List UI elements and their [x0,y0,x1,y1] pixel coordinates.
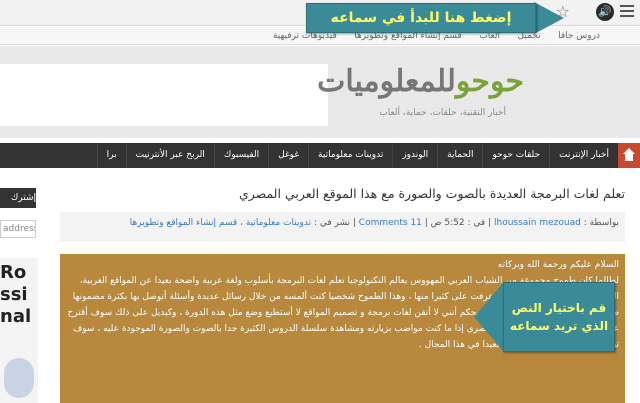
comments-link[interactable]: Comments 11 [359,218,422,228]
author-link[interactable]: lhoussain mezouad [494,218,581,228]
instruction-callout-select: قم باختيار النص الذي تريد سماعه [503,282,615,352]
bookmark-item[interactable]: دروس جافا [558,27,600,44]
ad-image [4,358,34,398]
post-paragraph: السلام عليكم ورحمة الله وبركاته [497,260,619,270]
instruction-callout-top: إضغط هنا للبدأ في سماعه [306,3,536,33]
callout-arrow-icon [474,282,504,352]
nav-item[interactable]: الوندوز [392,143,437,168]
header-banner-area [0,64,328,126]
nav-item[interactable]: الفيسبوك [213,143,268,168]
subscribe-button[interactable]: إشترك [0,188,36,208]
sidebar-ad[interactable]: Ro ssi nal [0,258,38,403]
category-links[interactable]: تدوينات معلوماتية ، قسم إنشاء المواقع وت… [130,218,311,228]
site-logo[interactable]: حوحوللمعلوميات أخبار التقنية، حلقات، حما… [317,56,524,126]
nav-item[interactable]: الحماية [437,143,482,168]
nav-item[interactable]: الربح عبر الأنترنيت [125,143,214,168]
nav-item[interactable]: برا [96,143,126,168]
post-meta: بواسطة : lhoussain mezouad | في : 5:52 ص… [60,212,625,242]
post-time: 5:52 ص [430,218,465,228]
logo-text: حوحوللمعلوميات [317,64,524,99]
nav-item[interactable]: أخبار الإنترنت [549,143,618,168]
nav-item[interactable]: حلقات حوحو [482,143,549,168]
home-icon[interactable] [618,143,640,168]
ad-text: Ro ssi nal [0,262,32,327]
site-header: حوحوللمعلوميات أخبار التقنية، حلقات، حما… [0,46,640,138]
nav-item[interactable]: غوغل [268,143,308,168]
callout-arrow-icon [534,2,564,34]
text-to-speech-icon[interactable]: 🔊 [596,3,614,21]
email-field[interactable]: address [0,220,36,238]
logo-tagline: أخبار التقنية، حلقات، حماية، ألعاب [379,108,506,118]
main-navigation: أخبار الإنترنتحلقات حوحوالحمايةالوندوزتد… [0,143,640,168]
post-title[interactable]: تعلم لغات البرمجة العديدة بالصوت والصورة… [239,186,625,201]
browser-menu-icon[interactable] [620,5,634,19]
nav-item[interactable]: تدوينات معلوماتية [308,143,392,168]
